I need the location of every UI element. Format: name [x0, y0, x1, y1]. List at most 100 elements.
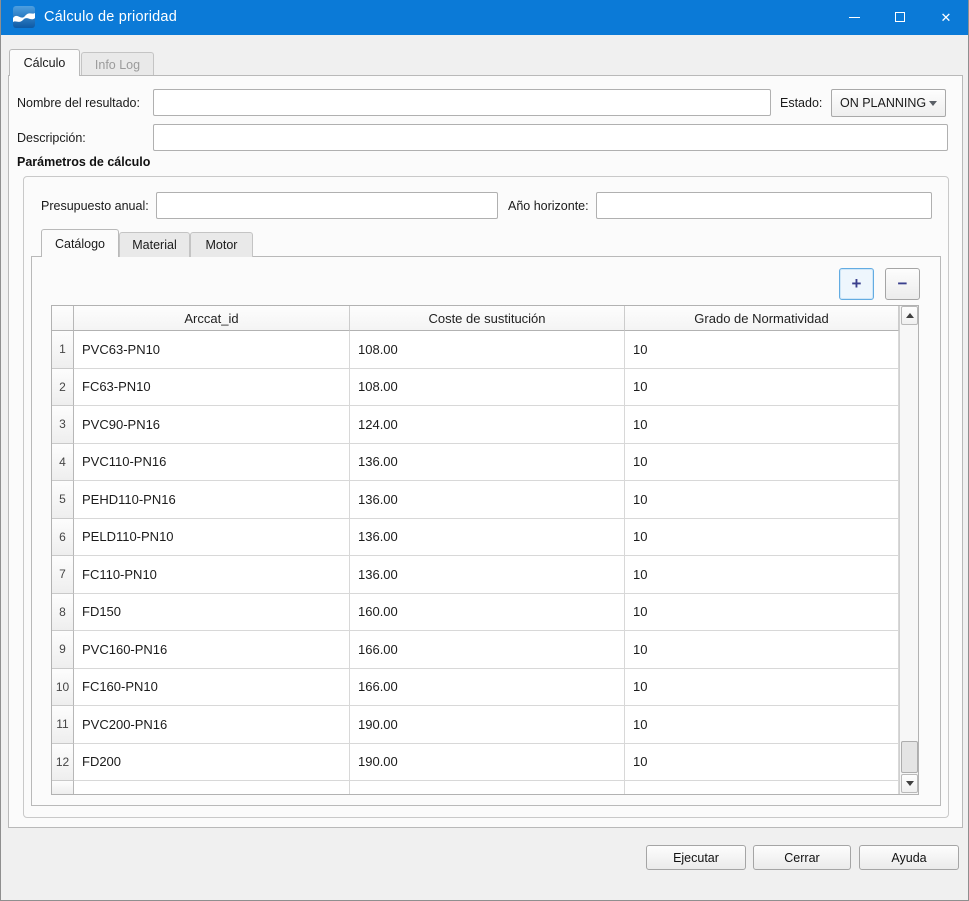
coste-cell[interactable]: 108.00 — [350, 369, 625, 407]
grado-cell[interactable]: 10 — [625, 631, 899, 669]
ayuda-button[interactable]: Ayuda — [859, 845, 959, 870]
coste-cell[interactable]: 124.00 — [350, 406, 625, 444]
descripcion-label: Descripción: — [17, 124, 86, 151]
ano-horizonte-input[interactable] — [596, 192, 932, 219]
catalog-table: Arccat_id Coste de sustitución Grado de … — [51, 305, 919, 795]
table-row: 5 PEHD110-PN16 136.00 10 — [52, 481, 899, 519]
ejecutar-button[interactable]: Ejecutar — [646, 845, 746, 870]
arccat-id-cell[interactable]: PELD110-PN10 — [74, 519, 350, 557]
presupuesto-anual-label: Presupuesto anual: — [41, 192, 149, 219]
tab-info-log-label: Info Log — [95, 58, 140, 72]
grado-cell[interactable]: 10 — [625, 744, 899, 782]
arccat-id-cell[interactable]: FD200 — [74, 744, 350, 782]
arccat-id-cell[interactable]: FC160-PN10 — [74, 669, 350, 707]
row-number-cell[interactable]: 6 — [52, 519, 74, 557]
grado-cell[interactable]: 10 — [625, 444, 899, 482]
arccat-id-cell[interactable]: PEHD110-PN16 — [74, 481, 350, 519]
column-header-coste[interactable]: Coste de sustitución — [350, 306, 625, 331]
nombre-resultado-label: Nombre del resultado: — [17, 89, 140, 116]
row-number-cell[interactable]: 1 — [52, 331, 74, 369]
coste-cell[interactable]: 108.00 — [350, 331, 625, 369]
tab-catalogo[interactable]: Catálogo — [41, 229, 119, 257]
coste-cell[interactable]: 166.00 — [350, 669, 625, 707]
triangle-up-icon — [906, 313, 914, 318]
arccat-id-cell[interactable]: FC63-PN10 — [74, 369, 350, 407]
minus-icon: − — [898, 274, 908, 294]
grado-cell[interactable]: 10 — [625, 481, 899, 519]
row-number-cell[interactable]: 2 — [52, 369, 74, 407]
ano-horizonte-label: Año horizonte: — [508, 192, 589, 219]
column-header-arccat-id[interactable]: Arccat_id — [74, 306, 350, 331]
grado-cell[interactable]: 10 — [625, 669, 899, 707]
table-grid: Arccat_id Coste de sustitución Grado de … — [52, 306, 899, 794]
row-number-cell[interactable]: 11 — [52, 706, 74, 744]
estado-combobox[interactable]: ON PLANNING — [831, 89, 946, 117]
row-number-cell[interactable]: 9 — [52, 631, 74, 669]
grado-cell[interactable]: 10 — [625, 331, 899, 369]
tab-motor-label: Motor — [206, 238, 238, 252]
add-row-button[interactable]: + — [839, 268, 874, 300]
table-row: 4 PVC110-PN16 136.00 10 — [52, 444, 899, 482]
tab-catalogo-label: Catálogo — [55, 237, 105, 251]
arccat-id-cell[interactable]: FD150 — [74, 594, 350, 632]
vertical-scrollbar[interactable] — [899, 306, 918, 794]
table-row: 7 FC110-PN10 136.00 10 — [52, 556, 899, 594]
tab-motor[interactable]: Motor — [190, 232, 253, 257]
cerrar-button[interactable]: Cerrar — [753, 845, 851, 870]
window-title: Cálculo de prioridad — [44, 9, 177, 25]
minimize-icon — [849, 17, 860, 18]
row-number-cell[interactable]: 12 — [52, 744, 74, 782]
table-row: 3 PVC90-PN16 124.00 10 — [52, 406, 899, 444]
scroll-down-button[interactable] — [901, 774, 918, 793]
arccat-id-cell[interactable]: PVC200-PN16 — [74, 706, 350, 744]
maximize-button[interactable] — [877, 0, 923, 35]
arccat-id-cell[interactable]: PVC160-PN16 — [74, 631, 350, 669]
scrollbar-thumb[interactable] — [901, 741, 918, 773]
plus-icon: + — [852, 274, 862, 294]
arccat-id-cell[interactable]: PVC90-PN16 — [74, 406, 350, 444]
grado-cell[interactable]: 10 — [625, 519, 899, 557]
coste-cell[interactable]: 136.00 — [350, 519, 625, 557]
tab-info-log[interactable]: Info Log — [81, 52, 154, 76]
presupuesto-anual-input[interactable] — [156, 192, 498, 219]
app-logo-icon — [13, 6, 35, 28]
coste-cell[interactable]: 166.00 — [350, 631, 625, 669]
nombre-resultado-input[interactable] — [153, 89, 771, 116]
row-number-cell[interactable]: 4 — [52, 444, 74, 482]
table-corner-cell[interactable] — [52, 306, 74, 331]
column-header-grado[interactable]: Grado de Normatividad — [625, 306, 899, 331]
coste-cell[interactable]: 190.00 — [350, 706, 625, 744]
row-number-cell[interactable]: 10 — [52, 669, 74, 707]
grado-cell[interactable]: 10 — [625, 706, 899, 744]
close-button[interactable]: ✕ — [923, 0, 969, 35]
tab-calculo[interactable]: Cálculo — [9, 49, 80, 76]
table-row: 6 PELD110-PN10 136.00 10 — [52, 519, 899, 557]
descripcion-input[interactable] — [153, 124, 948, 151]
coste-cell[interactable]: 136.00 — [350, 481, 625, 519]
chevron-down-icon — [929, 101, 937, 106]
coste-cell[interactable]: 160.00 — [350, 594, 625, 632]
row-number-cell[interactable]: 5 — [52, 481, 74, 519]
table-row: 2 FC63-PN10 108.00 10 — [52, 369, 899, 407]
grado-cell[interactable]: 10 — [625, 369, 899, 407]
grado-cell[interactable]: 10 — [625, 406, 899, 444]
row-number-cell[interactable]: 3 — [52, 406, 74, 444]
remove-row-button[interactable]: − — [885, 268, 920, 300]
arccat-id-cell[interactable]: PVC63-PN10 — [74, 331, 350, 369]
grado-cell[interactable]: 10 — [625, 556, 899, 594]
coste-cell[interactable]: 190.00 — [350, 744, 625, 782]
scroll-up-button[interactable] — [901, 306, 918, 325]
row-number-cell[interactable]: 7 — [52, 556, 74, 594]
coste-cell[interactable]: 136.00 — [350, 556, 625, 594]
grado-cell[interactable]: 10 — [625, 594, 899, 632]
coste-cell[interactable]: 136.00 — [350, 444, 625, 482]
estado-label: Estado: — [780, 89, 822, 116]
tab-material-label: Material — [132, 238, 176, 252]
arccat-id-cell[interactable]: PVC110-PN16 — [74, 444, 350, 482]
arccat-id-cell[interactable]: FC110-PN10 — [74, 556, 350, 594]
row-number-cell[interactable]: 8 — [52, 594, 74, 632]
tab-material[interactable]: Material — [119, 232, 190, 257]
maximize-icon — [895, 12, 905, 22]
minimize-button[interactable] — [831, 0, 877, 35]
table-row: 1 PVC63-PN10 108.00 10 — [52, 331, 899, 369]
